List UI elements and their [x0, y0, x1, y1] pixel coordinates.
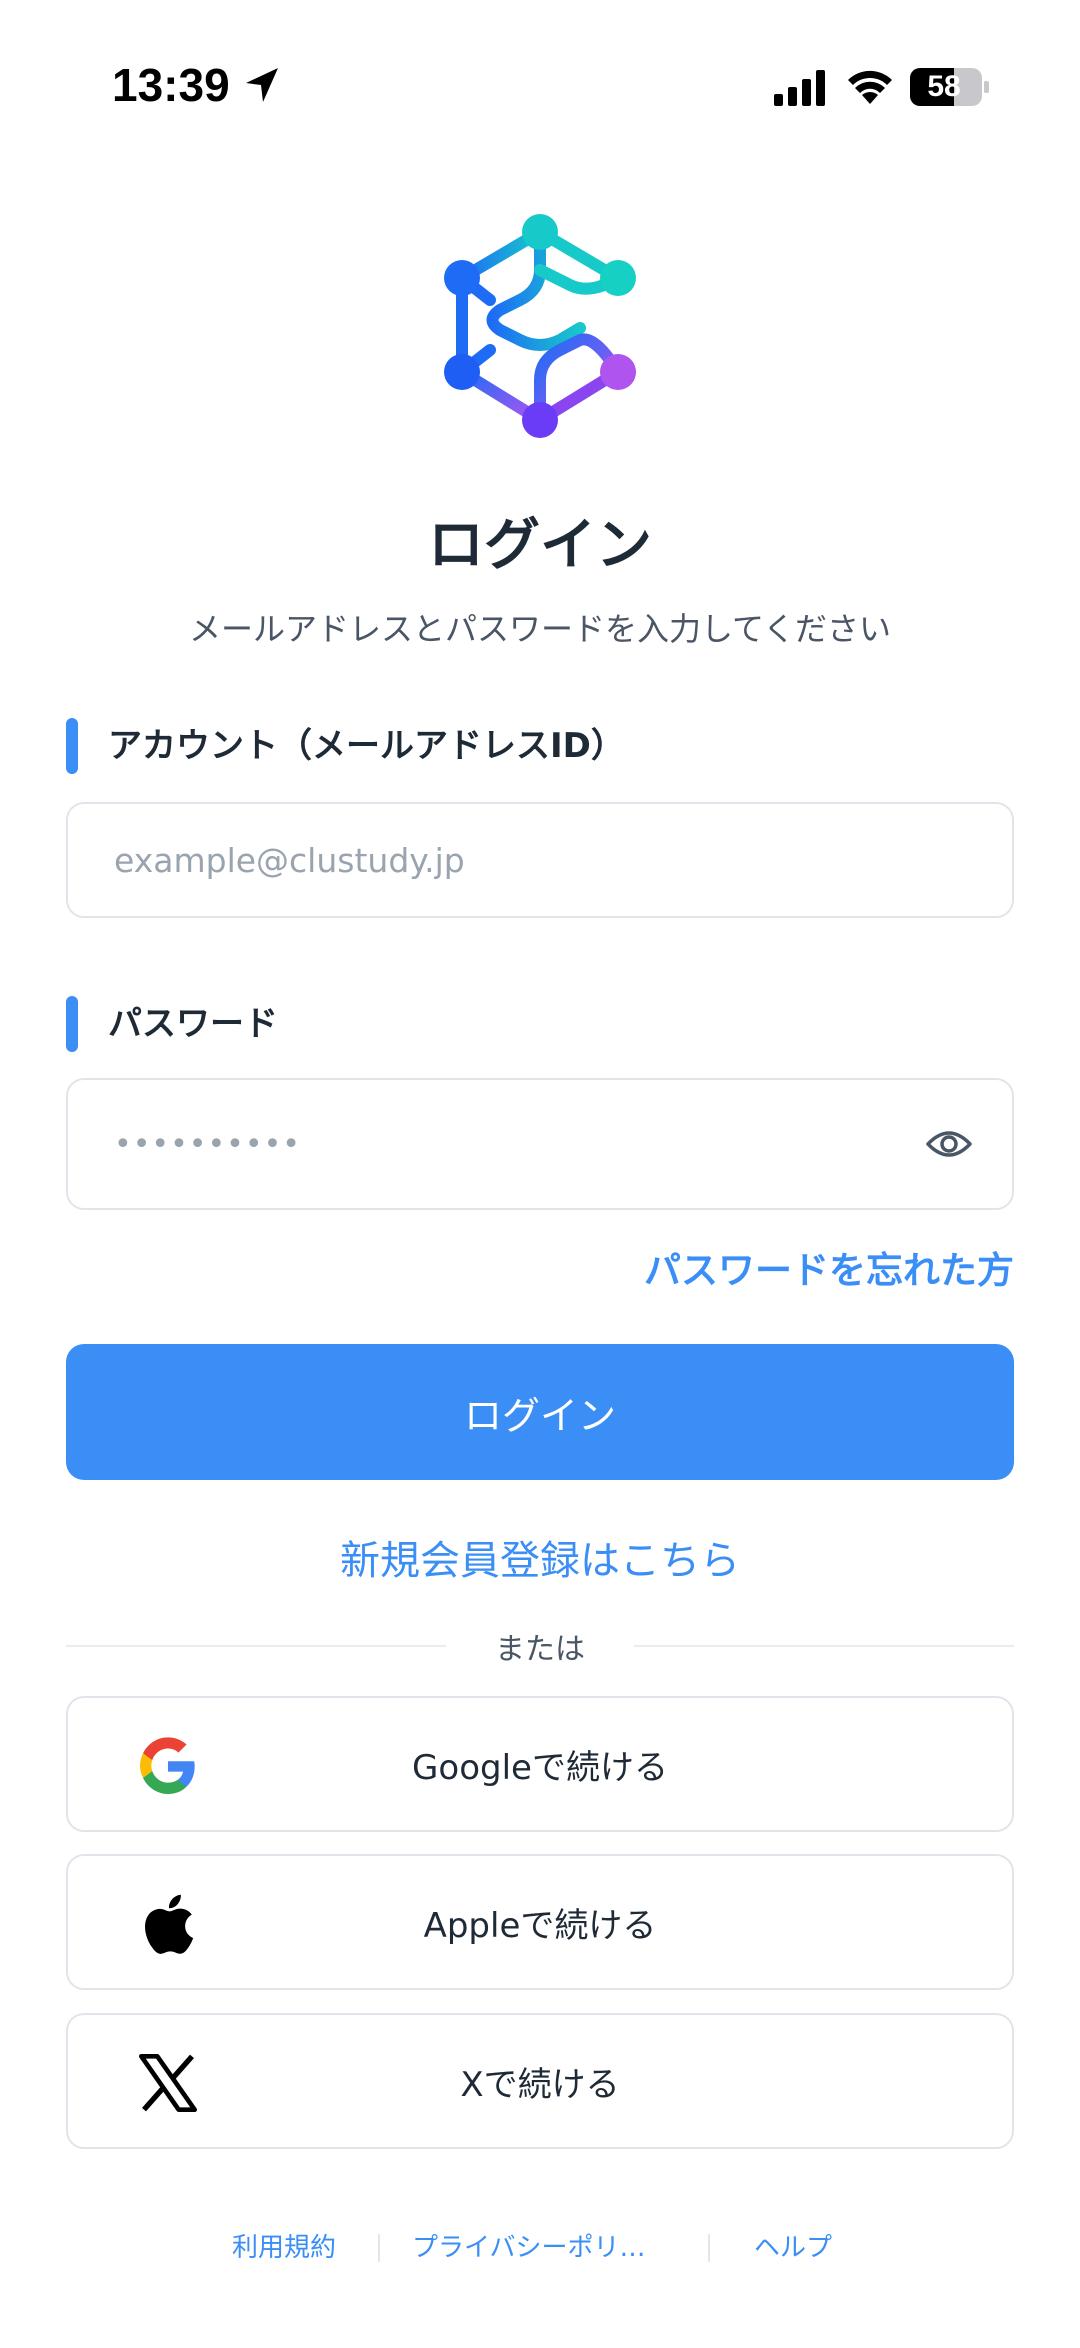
password-label: パスワード [66, 996, 278, 1052]
battery-level: 58 [927, 70, 961, 103]
location-arrow-icon [246, 68, 278, 102]
email-placeholder: example@clustudy.jp [114, 840, 465, 880]
apple-login-button[interactable]: Appleで続ける [66, 1854, 1014, 1990]
eye-icon[interactable] [926, 1124, 972, 1164]
privacy-policy-link[interactable]: プライバシーポリ… [412, 2226, 645, 2270]
divider-line-right [634, 1645, 1014, 1647]
register-link[interactable]: 新規会員登録はこちら [0, 1528, 1080, 1586]
google-login-button[interactable]: Googleで続ける [66, 1696, 1014, 1832]
footer-links: 利用規約 プライバシーポリ… ヘルプ [0, 2226, 1080, 2270]
help-link[interactable]: ヘルプ [754, 2226, 832, 2270]
login-button[interactable]: ログイン [66, 1344, 1014, 1480]
wifi-icon [848, 70, 892, 104]
x-login-label: Xで続ける [460, 2064, 620, 2105]
footer-separator [378, 2234, 380, 2262]
terms-link[interactable]: 利用規約 [232, 2226, 336, 2270]
x-login-button[interactable]: Xで続ける [66, 2013, 1014, 2149]
page-title: ログイン [428, 513, 652, 578]
page-subtitle: メールアドレスとパスワードを入力してください [188, 610, 892, 648]
login-screen: 13:39 58 ログイン メールアドレスとパスワードを入力してください アカウ… [0, 0, 1080, 2348]
google-login-label: Googleで続ける [412, 1747, 668, 1788]
password-value: •••••••••• [114, 1126, 301, 1162]
account-label: アカウント（メールアドレスID） [66, 718, 625, 774]
signal-icon [774, 70, 825, 106]
status-bar: 13:39 58 [0, 0, 1080, 130]
clustudy-logo-icon [444, 214, 636, 438]
footer-separator [708, 2234, 710, 2262]
forgot-password-link[interactable]: パスワードを忘れた方 [644, 1240, 1014, 1294]
password-field[interactable]: •••••••••• [66, 1078, 1014, 1210]
apple-login-label: Appleで続ける [423, 1905, 657, 1946]
status-time: 13:39 [112, 59, 230, 111]
email-field[interactable]: example@clustudy.jp [66, 802, 1014, 918]
